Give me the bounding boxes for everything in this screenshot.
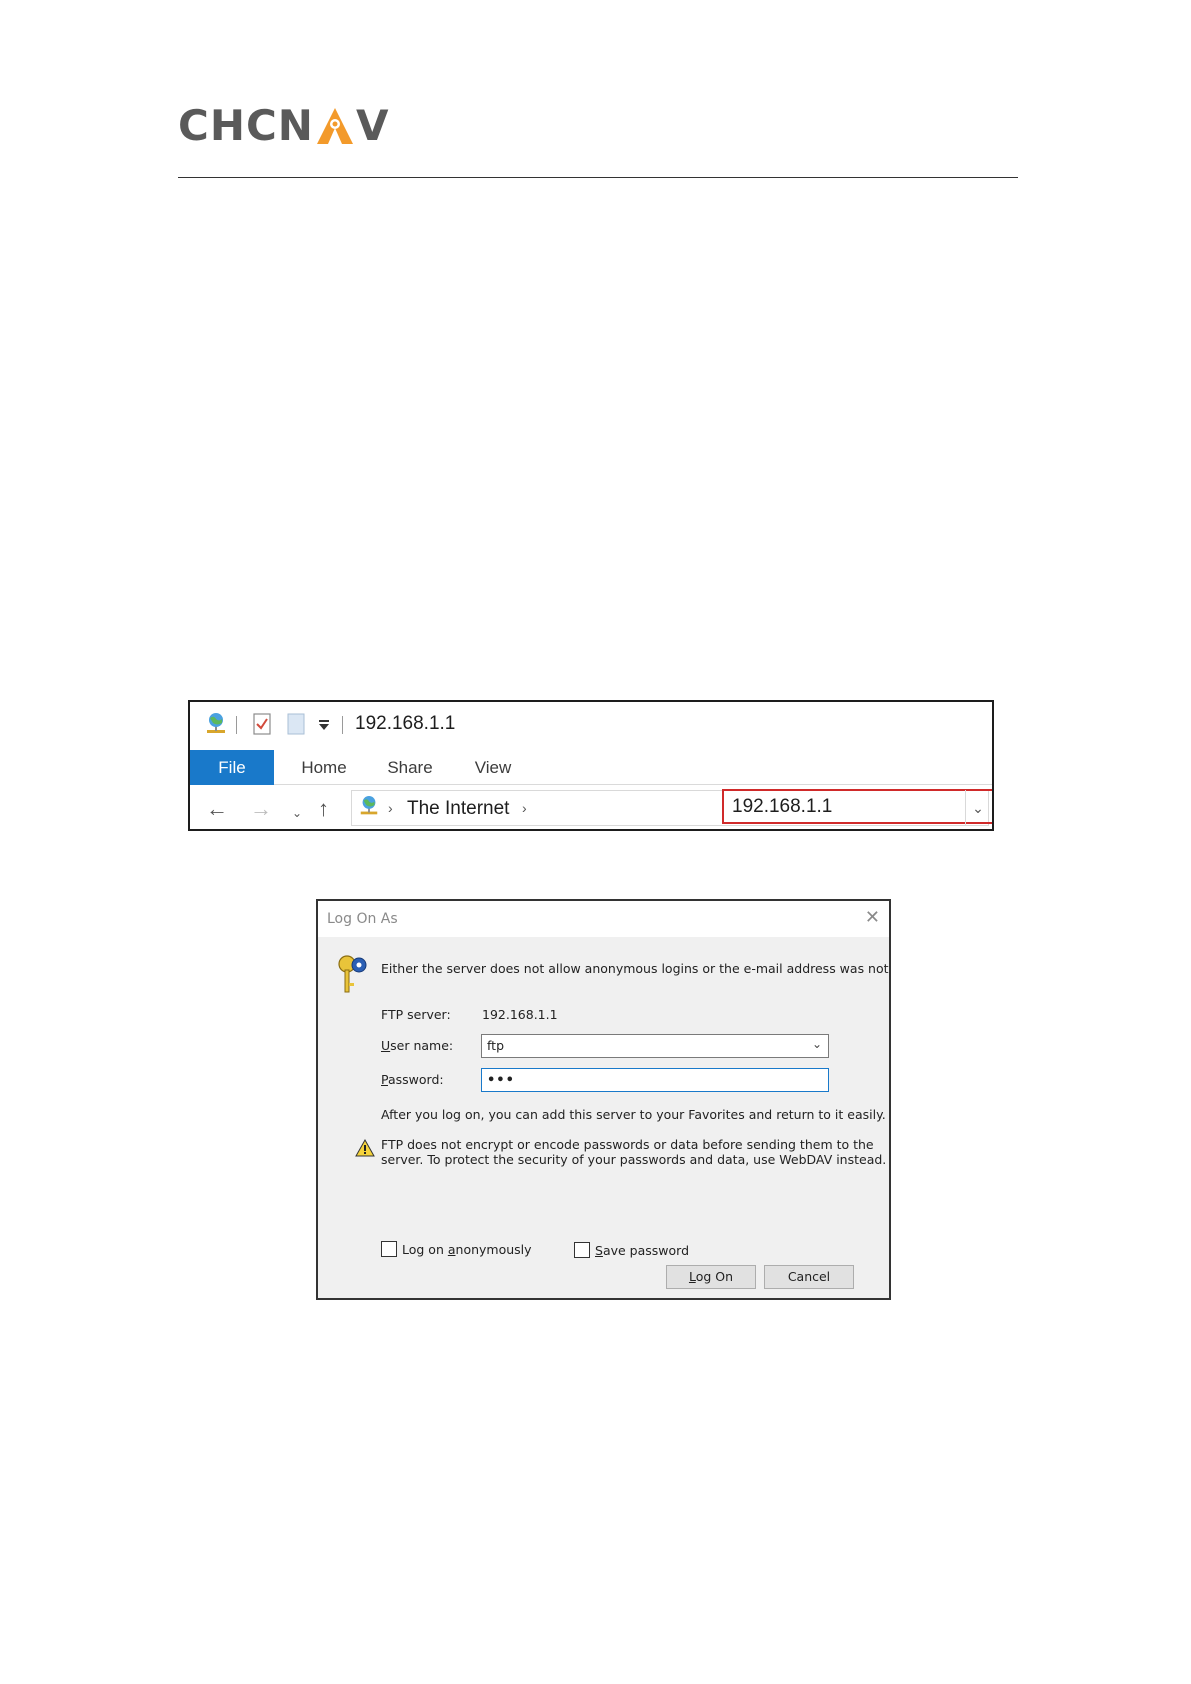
save-password-checkbox[interactable] xyxy=(574,1242,590,1258)
back-arrow-icon[interactable]: ← xyxy=(206,798,228,820)
tab-home[interactable]: Home xyxy=(292,750,356,785)
favorites-info-text: After you log on, you can add this serve… xyxy=(381,1107,886,1122)
warning-text-line1: FTP does not encrypt or encode passwords… xyxy=(381,1137,874,1152)
anonymous-label[interactable]: Log on anonymously xyxy=(402,1242,532,1257)
network-globe-icon xyxy=(360,796,378,815)
username-value: ftp xyxy=(487,1038,505,1053)
tab-share[interactable]: Share xyxy=(378,750,442,785)
tab-file[interactable]: File xyxy=(190,750,274,785)
ribbon-tabs: File Home Share View xyxy=(190,750,992,785)
ftp-server-label: FTP server: xyxy=(381,1007,451,1022)
address-value[interactable]: 192.168.1.1 xyxy=(732,796,832,818)
address-dropdown-icon[interactable]: ⌄ xyxy=(965,790,990,826)
chevron-down-icon[interactable]: ⌄ xyxy=(812,1037,822,1051)
log-on-as-dialog: Log On As ✕ Either the server does not a… xyxy=(316,899,891,1300)
company-logo: CHCN V xyxy=(178,104,389,148)
new-folder-icon[interactable] xyxy=(286,712,306,736)
forward-arrow-icon[interactable]: → xyxy=(250,798,272,820)
password-label: Password: xyxy=(381,1072,444,1087)
dialog-message: Either the server does not allow anonymo… xyxy=(381,961,889,976)
warning-icon xyxy=(355,1139,375,1157)
logo-text-left: CHCN xyxy=(178,101,314,150)
dialog-titlebar: Log On As ✕ xyxy=(318,901,889,937)
logo-text-right: V xyxy=(355,101,390,150)
username-combobox[interactable]: ftp ⌄ xyxy=(481,1034,829,1058)
cancel-button[interactable]: Cancel xyxy=(764,1265,854,1289)
dialog-title: Log On As xyxy=(327,911,398,927)
toolbar-separator xyxy=(236,716,237,734)
file-explorer-window: 192.168.1.1 File Home Share View ← → ⌄ ↑… xyxy=(188,700,994,831)
quick-access-toolbar: 192.168.1.1 xyxy=(190,702,992,750)
breadcrumb-chevron-icon: › xyxy=(522,800,527,816)
password-value: ••• xyxy=(487,1073,515,1088)
save-password-label[interactable]: Save password xyxy=(595,1243,689,1258)
address-highlight-box: 192.168.1.1 xyxy=(722,789,992,824)
log-on-button[interactable]: Log On xyxy=(666,1265,756,1289)
ftp-server-value: 192.168.1.1 xyxy=(482,1007,558,1022)
properties-check-icon[interactable] xyxy=(252,712,272,736)
network-globe-icon[interactable] xyxy=(204,712,228,738)
password-field[interactable]: ••• xyxy=(481,1068,829,1092)
username-label: User name: xyxy=(381,1038,454,1053)
toolbar-separator xyxy=(342,716,343,734)
breadcrumb-chevron-icon: › xyxy=(388,800,393,816)
anonymous-checkbox[interactable] xyxy=(381,1241,397,1257)
header-divider xyxy=(178,177,1018,178)
keys-icon xyxy=(338,955,367,993)
close-icon[interactable]: ✕ xyxy=(865,907,880,928)
tab-view[interactable]: View xyxy=(464,750,522,785)
customize-dropdown-icon[interactable] xyxy=(318,718,330,732)
breadcrumb-the-internet[interactable]: The Internet xyxy=(407,798,509,820)
logo-a-icon xyxy=(316,108,353,144)
up-arrow-icon[interactable]: ↑ xyxy=(318,798,329,820)
window-title: 192.168.1.1 xyxy=(355,713,456,734)
recent-locations-chevron-icon[interactable]: ⌄ xyxy=(292,802,302,824)
warning-text-line2: server. To protect the security of your … xyxy=(381,1152,887,1167)
